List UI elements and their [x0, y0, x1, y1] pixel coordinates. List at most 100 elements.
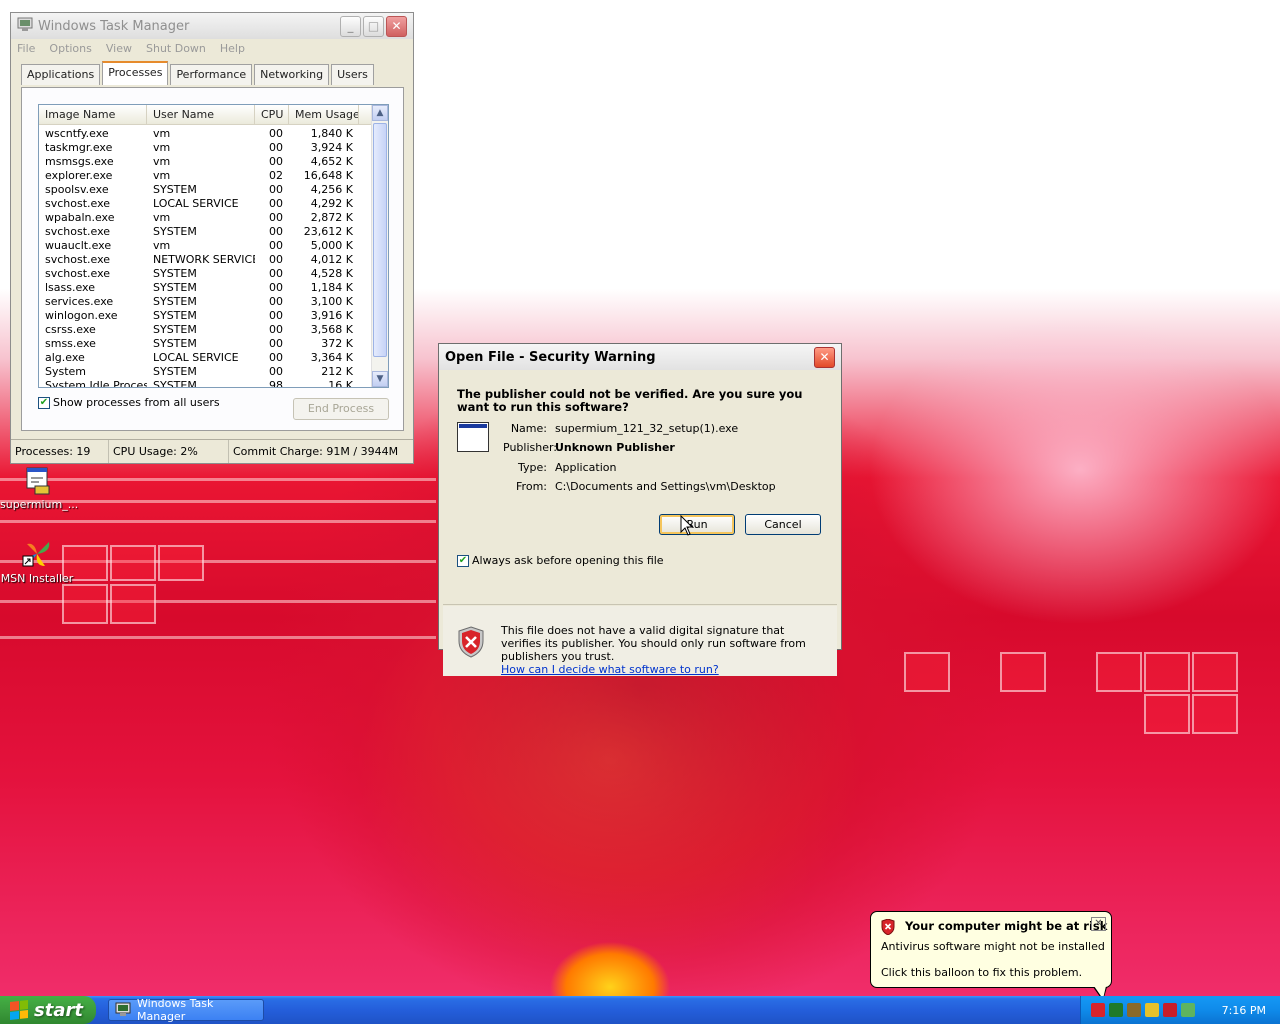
network-tray-icon[interactable] — [1181, 1003, 1195, 1017]
process-mem-usage: 4,292 K — [310, 197, 353, 210]
desktop-icon-msn-installer[interactable]: MSN Installer — [0, 538, 74, 585]
menu-view[interactable]: View — [106, 42, 132, 55]
process-user-name: SYSTEM — [153, 183, 197, 196]
start-label: start — [34, 999, 83, 1021]
wallpaper-grid — [1192, 652, 1238, 692]
process-row[interactable]: smss.exe SYSTEM 00 372 K — [39, 337, 388, 351]
security-balloon-tip[interactable]: Your computer might be at risk ✕ Antivir… — [870, 911, 1112, 1001]
field-from-value: C:\Documents and Settings\vm\Desktop — [555, 480, 776, 493]
task-manager-titlebar[interactable]: Windows Task Manager _ □ ✕ — [11, 13, 413, 39]
process-row[interactable]: alg.exe LOCAL SERVICE 00 3,364 K — [39, 351, 388, 365]
scroll-down-button[interactable]: ▼ — [372, 371, 388, 387]
column-image-name[interactable]: Image Name — [39, 105, 147, 124]
field-from: From: C:\Documents and Settings\vm\Deskt… — [503, 480, 776, 493]
security-warning-dialog[interactable]: Open File - Security Warning ✕ The publi… — [438, 343, 842, 676]
security-center-tray-icon[interactable] — [1163, 1003, 1177, 1017]
process-mem-usage: 4,528 K — [310, 267, 353, 280]
publisher-question: The publisher could not be verified. Are… — [457, 387, 803, 414]
security-alert-tray-icon[interactable] — [1091, 1003, 1105, 1017]
tab-users[interactable]: Users — [331, 64, 374, 85]
wallpaper-grid — [1096, 652, 1142, 692]
taskbar-button-task-manager[interactable]: Windows Task Manager — [108, 997, 264, 1023]
cancel-button[interactable]: Cancel — [745, 514, 821, 535]
process-row[interactable]: System Idle Process SYSTEM 98 16 K — [39, 379, 388, 388]
process-image-name: wuauclt.exe — [45, 239, 112, 252]
task-manager-tray-icon[interactable] — [1109, 1003, 1123, 1017]
process-mem-usage: 3,100 K — [310, 295, 353, 308]
balloon-title: Your computer might be at risk — [905, 919, 1108, 933]
process-user-name: NETWORK SERVICE — [153, 253, 255, 266]
desktop-icon-label: supermium_... — [0, 498, 79, 511]
msn-messenger-tray-icon[interactable] — [1127, 1003, 1141, 1017]
process-row[interactable]: csrss.exe SYSTEM 00 3,568 K — [39, 323, 388, 337]
process-cpu: 00 — [269, 337, 283, 350]
scroll-thumb[interactable] — [373, 123, 387, 357]
process-image-name: wscntfy.exe — [45, 127, 109, 140]
menu-help[interactable]: Help — [220, 42, 245, 55]
dialog-close-button[interactable]: ✕ — [814, 346, 835, 368]
maximize-icon: □ — [367, 19, 380, 33]
clock[interactable]: 7:16 PM — [1222, 1004, 1266, 1017]
tab-strip: Applications Processes Performance Netwo… — [21, 61, 413, 85]
unsigned-warning-text: This file does not have a valid digital … — [501, 624, 806, 663]
process-image-name: winlogon.exe — [45, 309, 118, 322]
process-mem-usage: 372 K — [321, 337, 353, 350]
menu-shut-down[interactable]: Shut Down — [146, 42, 206, 55]
show-all-processes-checkbox[interactable]: ✔ Show processes from all users — [38, 396, 220, 409]
process-row[interactable]: taskmgr.exe vm 00 3,924 K — [39, 141, 388, 155]
process-user-name: vm — [153, 211, 171, 224]
process-image-name: svchost.exe — [45, 225, 111, 238]
process-row[interactable]: explorer.exe vm 02 16,648 K — [39, 169, 388, 183]
close-button[interactable]: ✕ — [386, 15, 407, 37]
process-row[interactable]: wuauclt.exe vm 00 5,000 K — [39, 239, 388, 253]
task-manager-window[interactable]: Windows Task Manager _ □ ✕ File Options … — [10, 12, 414, 464]
process-image-name: System Idle Process — [45, 379, 147, 388]
process-list[interactable]: Image Name User Name CPU Mem Usage wscnt… — [38, 104, 389, 388]
process-row[interactable]: msmsgs.exe vm 00 4,652 K — [39, 155, 388, 169]
tab-processes[interactable]: Processes — [102, 61, 169, 85]
dialog-separator — [443, 604, 837, 605]
column-mem-usage[interactable]: Mem Usage — [289, 105, 359, 124]
process-mem-usage: 1,840 K — [310, 127, 353, 140]
status-processes: Processes: 19 — [11, 440, 109, 463]
process-row[interactable]: System SYSTEM 00 212 K — [39, 365, 388, 379]
process-row[interactable]: svchost.exe SYSTEM 00 4,528 K — [39, 267, 388, 281]
status-commit: Commit Charge: 91M / 3944M — [233, 445, 399, 458]
menu-options[interactable]: Options — [49, 42, 91, 55]
wallpaper-grid — [1192, 694, 1238, 734]
wallpaper-grid — [1144, 694, 1190, 734]
minimize-button[interactable]: _ — [340, 15, 361, 37]
task-manager-app-icon — [17, 16, 33, 36]
process-row[interactable]: spoolsv.exe SYSTEM 00 4,256 K — [39, 183, 388, 197]
desktop-icon-supermium[interactable]: supermium_... — [0, 464, 79, 511]
balloon-line-2: Click this balloon to fix this problem. — [881, 966, 1083, 979]
help-link[interactable]: How can I decide what software to run? — [501, 663, 821, 676]
column-cpu[interactable]: CPU — [255, 105, 289, 124]
scroll-up-button[interactable]: ▲ — [372, 105, 388, 121]
security-warning-titlebar[interactable]: Open File - Security Warning ✕ — [439, 344, 841, 370]
tab-performance[interactable]: Performance — [170, 64, 253, 85]
tab-networking[interactable]: Networking — [254, 64, 330, 85]
process-row[interactable]: wscntfy.exe vm 00 1,840 K — [39, 127, 388, 141]
process-row[interactable]: services.exe SYSTEM 00 3,100 K — [39, 295, 388, 309]
msn-butterfly-icon — [21, 538, 53, 570]
tab-applications[interactable]: Applications — [21, 64, 101, 85]
end-process-button[interactable]: End Process — [293, 398, 389, 420]
process-row[interactable]: winlogon.exe SYSTEM 00 3,916 K — [39, 309, 388, 323]
close-icon: ✕ — [391, 19, 402, 33]
windows-update-tray-icon[interactable] — [1145, 1003, 1159, 1017]
menu-file[interactable]: File — [17, 42, 35, 55]
process-row[interactable]: wpabaln.exe vm 00 2,872 K — [39, 211, 388, 225]
process-row[interactable]: svchost.exe LOCAL SERVICE 00 4,292 K — [39, 197, 388, 211]
process-row[interactable]: svchost.exe NETWORK SERVICE 00 4,012 K — [39, 253, 388, 267]
start-button[interactable]: start — [0, 996, 96, 1024]
process-row[interactable]: svchost.exe SYSTEM 00 23,612 K — [39, 225, 388, 239]
maximize-button[interactable]: □ — [363, 15, 384, 37]
process-row[interactable]: lsass.exe SYSTEM 00 1,184 K — [39, 281, 388, 295]
column-user-name[interactable]: User Name — [147, 105, 255, 124]
process-list-scrollbar[interactable]: ▲ ▼ — [371, 105, 388, 387]
run-button[interactable]: Run — [659, 514, 735, 535]
balloon-close-button[interactable]: ✕ — [1091, 917, 1106, 931]
process-mem-usage: 16 K — [328, 379, 353, 388]
always-ask-checkbox[interactable]: ✔ Always ask before opening this file — [457, 554, 664, 567]
